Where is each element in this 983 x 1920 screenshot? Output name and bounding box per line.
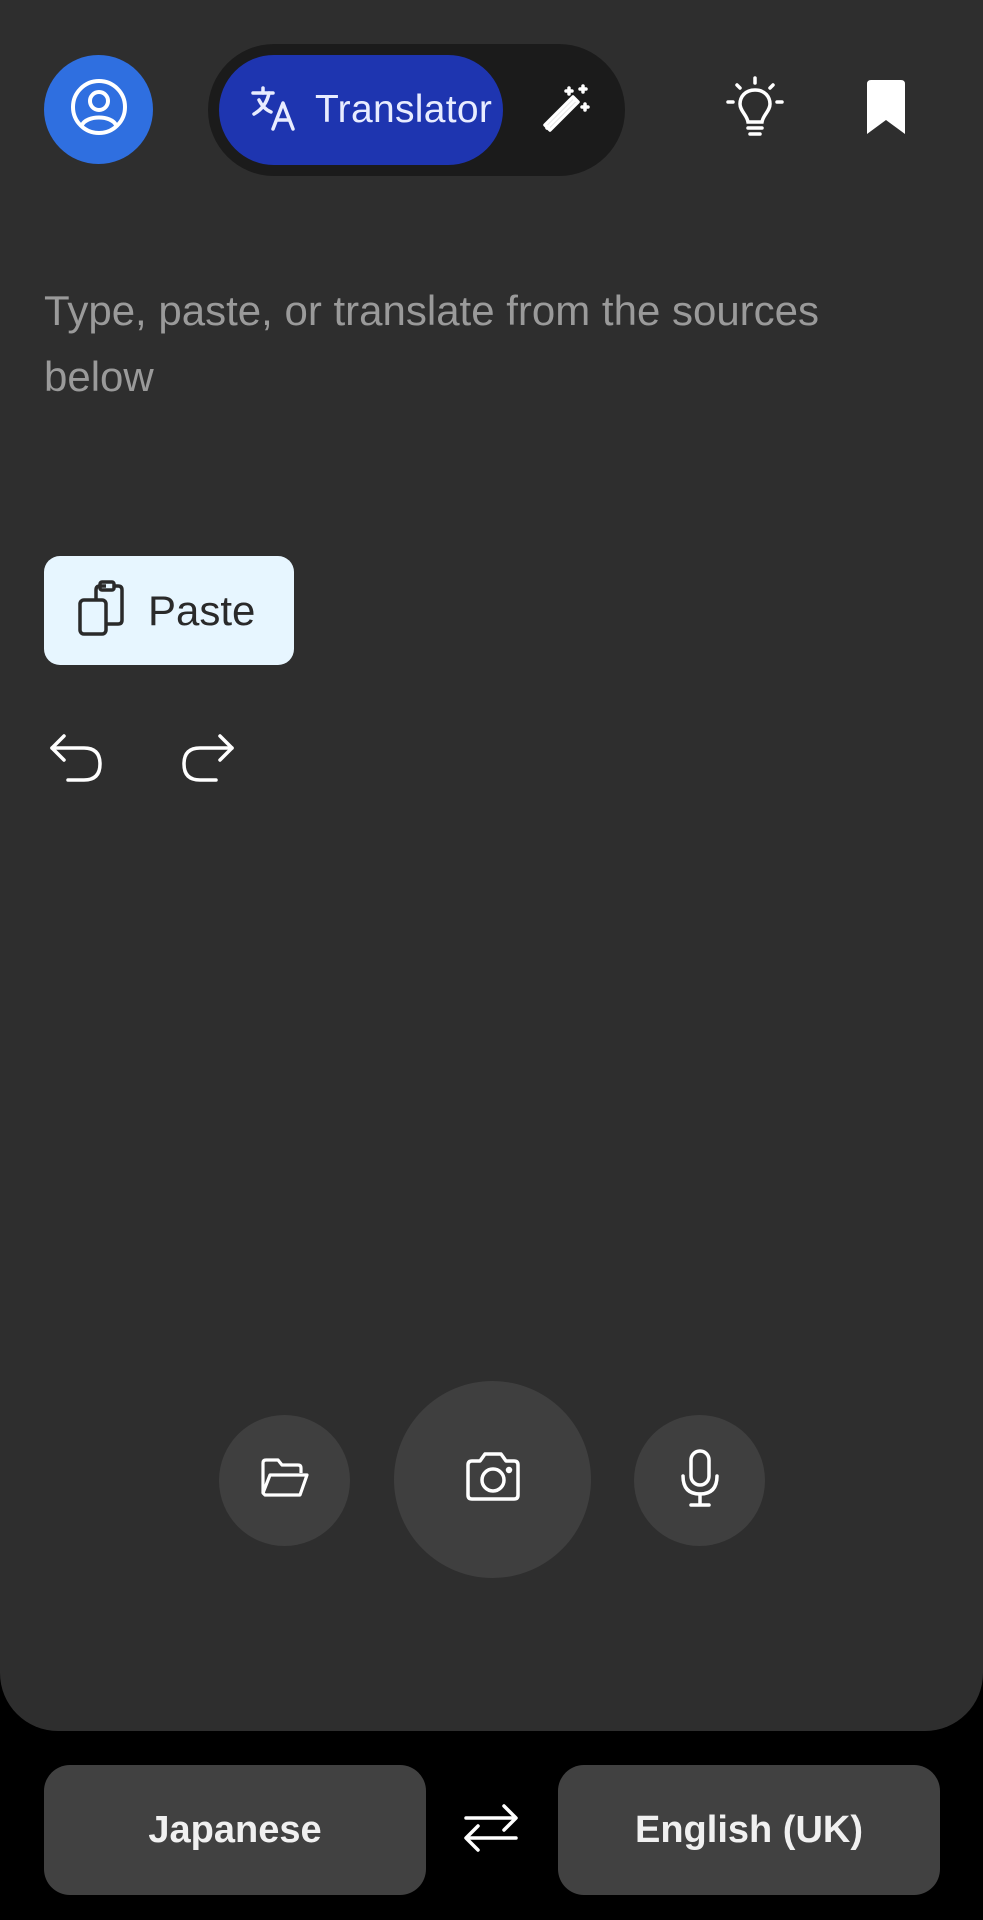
camera-icon: [462, 1451, 524, 1508]
target-language-button[interactable]: English (UK): [558, 1765, 940, 1895]
mode-switcher: Translator: [208, 44, 625, 176]
file-source-button[interactable]: [219, 1415, 350, 1546]
input-card: Translator Type, paste, or translate fro…: [0, 0, 983, 1731]
magic-wand-icon: [541, 82, 593, 139]
saved-button[interactable]: [846, 70, 926, 150]
source-language-button[interactable]: Japanese: [44, 1765, 426, 1895]
lightbulb-icon: [725, 75, 785, 145]
bookmark-icon: [861, 78, 911, 143]
microphone-icon: [678, 1448, 722, 1513]
account-circle-icon: [69, 77, 129, 142]
account-button[interactable]: [44, 55, 153, 164]
undo-button[interactable]: [44, 728, 108, 792]
source-text-input[interactable]: [44, 278, 924, 476]
voice-source-button[interactable]: [634, 1415, 765, 1546]
swap-arrows-icon: [460, 1800, 522, 1861]
tab-magic-write[interactable]: [523, 66, 611, 154]
translator-screen: Translator Type, paste, or translate fro…: [0, 0, 983, 1920]
paste-button-label: Paste: [148, 586, 256, 634]
redo-icon: [178, 728, 238, 793]
redo-button[interactable]: [176, 728, 240, 792]
undo-icon: [46, 728, 106, 793]
camera-source-button[interactable]: [394, 1381, 591, 1578]
clipboard-icon: [76, 578, 130, 643]
paste-button[interactable]: Paste: [44, 556, 294, 665]
translate-icon: [249, 83, 299, 138]
tab-translator-label: Translator: [315, 88, 493, 131]
tab-translator[interactable]: Translator: [219, 55, 503, 165]
swap-languages-button[interactable]: [453, 1796, 529, 1864]
folder-icon: [260, 1457, 310, 1504]
tips-button[interactable]: [715, 70, 795, 150]
